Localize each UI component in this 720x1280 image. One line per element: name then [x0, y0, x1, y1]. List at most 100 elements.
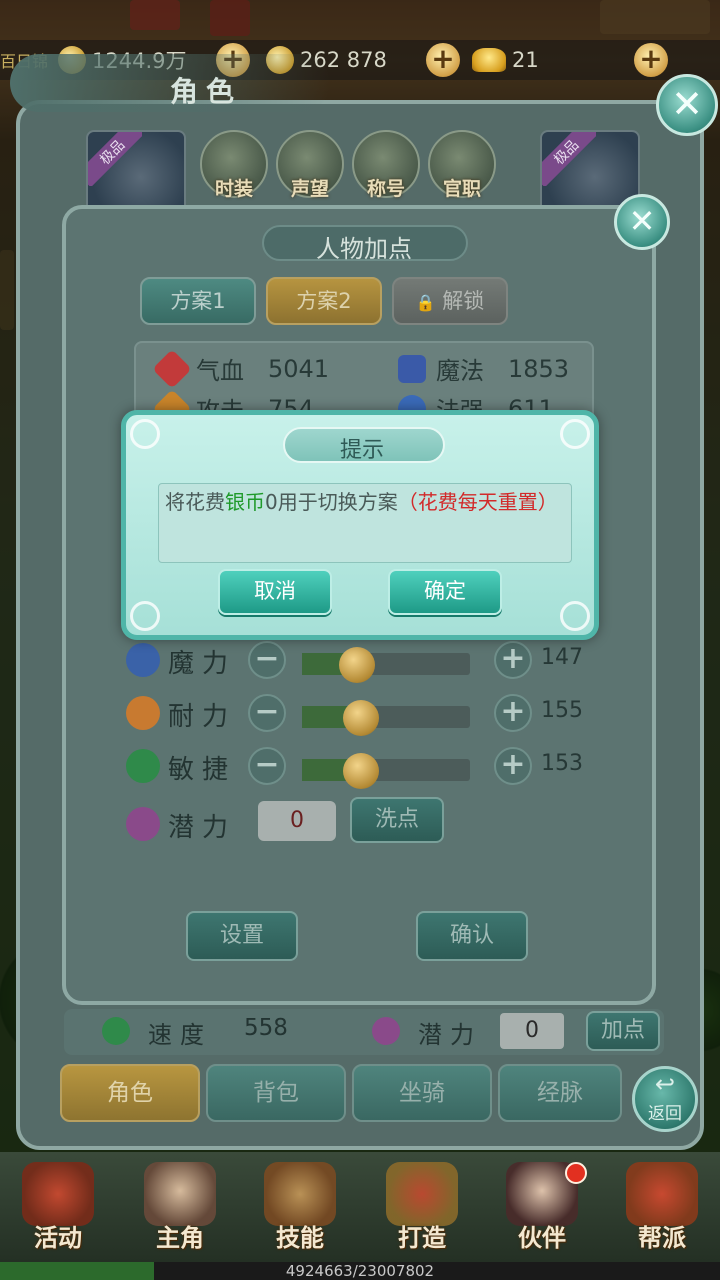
attr-row-magic: 魔力 − + 147: [66, 637, 660, 685]
back-label: 返回: [648, 1104, 682, 1124]
msg-note: （花费每天重置）: [397, 490, 558, 514]
attr-name: 魔力: [168, 649, 237, 679]
cancel-button[interactable]: 取消: [218, 569, 332, 615]
attr-slider[interactable]: [302, 647, 470, 683]
hp-label: 气血: [196, 357, 244, 385]
attr-row-endurance: 耐力 − + 155: [66, 690, 660, 738]
close-icon: ✕: [628, 202, 656, 240]
nav-label: 帮派: [638, 1224, 686, 1252]
decrease-button[interactable]: −: [248, 694, 286, 732]
tab-meridian[interactable]: 经脉: [498, 1064, 622, 1122]
add-ingot-button[interactable]: +: [634, 43, 668, 77]
lantern-icon: [22, 1162, 94, 1226]
decrease-button[interactable]: −: [248, 747, 286, 785]
subpanel-title: 人物加点: [316, 235, 412, 263]
increase-button[interactable]: +: [494, 641, 532, 679]
confirm-dialog: 提示 将花费银币0用于切换方案（花费每天重置） 取消 确定: [121, 410, 599, 640]
premium-tag: 极品: [88, 132, 142, 186]
hero-portrait-icon: [144, 1162, 216, 1226]
decrease-button[interactable]: −: [248, 641, 286, 679]
msg-text: 0用于切换方案: [265, 490, 398, 514]
heart-icon: [152, 348, 192, 389]
lock-icon: 🔒: [415, 293, 436, 312]
dialog-message: 将花费银币0用于切换方案（花费每天重置）: [158, 483, 572, 563]
notification-dot-icon: [565, 1162, 587, 1184]
msg-text: 将花费: [165, 490, 225, 514]
back-button[interactable]: ↩ 返回: [632, 1066, 698, 1132]
slider-knob[interactable]: [342, 753, 379, 789]
nav-label: 主角: [156, 1224, 204, 1252]
nav-hero[interactable]: 主角: [130, 1160, 230, 1254]
msg-currency: 银币: [225, 490, 265, 514]
back-arrow-icon: ↩: [654, 1070, 676, 1098]
attr-value: 147: [541, 645, 583, 670]
guild-scroll-icon: [626, 1162, 698, 1226]
slider-knob[interactable]: [342, 700, 379, 736]
speed-value: 558: [244, 1015, 288, 1041]
tab-role[interactable]: 角色: [60, 1064, 200, 1122]
nav-forge[interactable]: 打造: [372, 1160, 472, 1254]
corner-ornament-icon: [130, 601, 160, 631]
plan-1-button[interactable]: 方案1: [140, 277, 256, 325]
nav-label: 打造: [398, 1224, 446, 1252]
attr-row-potential: 潜力 0 洗点: [66, 797, 660, 849]
increase-button[interactable]: +: [494, 747, 532, 785]
attr-value: 155: [541, 698, 583, 723]
mp-label: 魔法: [436, 357, 484, 385]
ingot-amount: 21: [512, 48, 539, 72]
speed-icon: [102, 1017, 130, 1045]
weapon-item-slot[interactable]: 极品: [86, 130, 186, 216]
plan-2-button[interactable]: 方案2: [266, 277, 382, 325]
settings-button[interactable]: 设置: [186, 911, 298, 961]
nav-label: 活动: [34, 1224, 82, 1252]
ingot-currency: 21: [472, 40, 539, 80]
potential-label: 潜力: [418, 1021, 482, 1049]
unlock-plan-button[interactable]: 🔒 解锁: [392, 277, 508, 325]
attr-slider[interactable]: [302, 753, 470, 789]
stat-hp: 气血 5041: [152, 348, 330, 389]
wash-points-button[interactable]: 洗点: [350, 797, 444, 843]
premium-tag: 极品: [542, 132, 596, 186]
nav-skill[interactable]: 技能: [250, 1160, 350, 1254]
attr-slider[interactable]: [302, 700, 470, 736]
title-label: 称号: [366, 178, 405, 200]
confirm-button[interactable]: 确认: [416, 911, 528, 961]
slider-knob[interactable]: [339, 647, 376, 683]
subpanel-close-button[interactable]: ✕: [614, 194, 670, 250]
nav-activity[interactable]: 活动: [8, 1160, 108, 1254]
ok-button[interactable]: 确定: [388, 569, 502, 615]
potential-icon: [372, 1017, 400, 1045]
experience-text: 4924663/23007802: [285, 1262, 435, 1280]
agility-icon: [126, 749, 160, 783]
endurance-icon: [126, 696, 160, 730]
magic-power-icon: [126, 643, 160, 677]
tab-bag[interactable]: 背包: [206, 1064, 346, 1122]
add-points-button[interactable]: 加点: [586, 1011, 660, 1051]
attr-row-agility: 敏捷 − + 153: [66, 743, 660, 791]
nav-label: 伙伴: [518, 1224, 566, 1252]
mp-value: 1853: [508, 354, 570, 383]
dialog-title: 提示: [340, 438, 385, 463]
increase-button[interactable]: +: [494, 694, 532, 732]
book-icon: [264, 1162, 336, 1226]
nav-guild[interactable]: 帮派: [612, 1160, 712, 1254]
magic-icon: [398, 354, 426, 383]
attr-value: 153: [541, 751, 583, 776]
nav-label: 技能: [276, 1224, 324, 1252]
official-rank-label: 官职: [442, 178, 481, 200]
potential-icon: [126, 807, 160, 841]
experience-bar: 4924663/23007802: [0, 1262, 720, 1280]
add-gold-button[interactable]: +: [426, 43, 460, 77]
tab-mount[interactable]: 坐骑: [352, 1064, 492, 1122]
attr-name: 敏捷: [168, 755, 237, 785]
ingot-icon: [472, 48, 506, 72]
hp-value: 5041: [268, 354, 330, 383]
close-icon: ✕: [671, 82, 703, 126]
attr-name: 耐力: [168, 702, 237, 732]
corner-ornament-icon: [560, 419, 590, 449]
corner-ornament-icon: [560, 601, 590, 631]
panel-close-button[interactable]: ✕: [656, 74, 718, 136]
potential-value: 0: [500, 1013, 564, 1049]
fashion-label: 时装: [214, 178, 253, 200]
reputation-label: 声望: [290, 178, 329, 200]
